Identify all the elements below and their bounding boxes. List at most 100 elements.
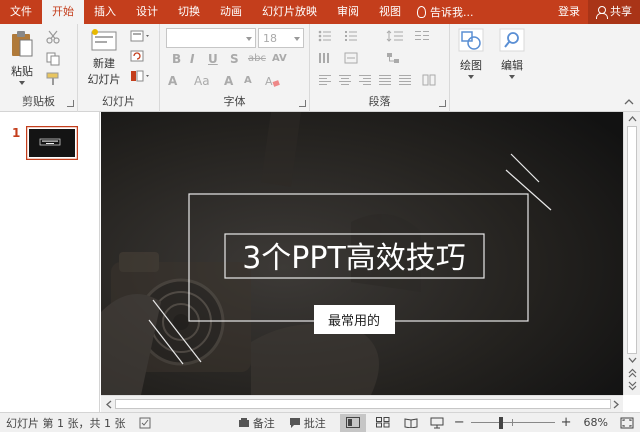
column-layout-icon[interactable] (422, 74, 436, 86)
tab-home[interactable]: 开始 (42, 0, 84, 24)
slide-editing-area[interactable]: 3个PPT高效技巧 最常用的 (101, 112, 623, 395)
columns-icon[interactable] (414, 30, 434, 42)
tab-review[interactable]: 审阅 (327, 0, 369, 24)
clipboard-launcher-icon[interactable] (67, 100, 74, 107)
font-launcher-icon[interactable] (299, 100, 306, 107)
font-name-combo[interactable] (166, 28, 256, 48)
zoom-in-icon[interactable]: + (561, 415, 572, 430)
new-slide-button[interactable]: 新建 幻灯片 (82, 28, 126, 87)
text-direction-icon[interactable] (318, 52, 338, 64)
tab-transitions[interactable]: 切换 (168, 0, 210, 24)
share-button[interactable]: 共享 (588, 0, 640, 24)
zoom-level[interactable]: 68% (584, 416, 608, 429)
drawing-button[interactable]: 绘图 (454, 28, 488, 79)
spell-check-icon[interactable] (139, 417, 153, 429)
bullets-icon[interactable] (318, 30, 338, 42)
tab-insert[interactable]: 插入 (84, 0, 126, 24)
slideshow-icon[interactable] (430, 417, 444, 429)
scroll-thumb[interactable] (627, 126, 637, 354)
font-group-label: 字体 (223, 95, 246, 108)
decrease-font-icon[interactable]: A (244, 75, 252, 86)
notes-icon[interactable] (238, 417, 250, 429)
paste-label: 粘贴 (11, 65, 33, 78)
reading-view-icon[interactable] (404, 417, 418, 428)
copy-icon[interactable] (46, 52, 60, 66)
smartart-icon[interactable] (386, 52, 406, 64)
tab-view[interactable]: 视图 (369, 0, 411, 24)
tab-file[interactable]: 文件 (0, 0, 42, 24)
chevron-down-icon (294, 37, 300, 41)
collapse-ribbon-icon[interactable] (624, 98, 634, 106)
italic-icon[interactable]: I (190, 52, 194, 66)
person-icon (596, 6, 608, 19)
increase-font-icon[interactable]: A (224, 74, 233, 88)
reset-icon[interactable] (130, 50, 152, 62)
tab-design[interactable]: 设计 (126, 0, 168, 24)
clipboard-group-label: 剪贴板 (22, 95, 55, 108)
group-clipboard: 粘贴 剪贴板 (0, 24, 78, 112)
normal-view-icon (345, 417, 360, 428)
comments-button[interactable]: 批注 (304, 415, 326, 431)
font-color-icon[interactable]: A (168, 74, 177, 88)
tab-slideshow[interactable]: 幻灯片放映 (252, 0, 327, 24)
fit-slide-icon[interactable] (620, 417, 634, 429)
section-icon[interactable] (130, 70, 152, 82)
cut-icon[interactable] (46, 30, 60, 44)
login-button[interactable]: 登录 (550, 0, 588, 24)
underline-icon[interactable]: U (208, 52, 218, 66)
paste-button[interactable]: 粘贴 (6, 30, 38, 85)
next-slide-icon[interactable] (628, 381, 637, 391)
font-size-value: 18 (263, 32, 277, 45)
scroll-right-icon[interactable] (612, 400, 620, 409)
strikethrough-icon[interactable]: abc (248, 53, 266, 64)
slide-number: 1 (12, 126, 21, 140)
distributed-icon[interactable] (398, 74, 412, 86)
zoom-slider[interactable] (470, 416, 555, 429)
slide-sorter-icon[interactable] (375, 417, 390, 428)
status-bar: 幻灯片 第 1 张，共 1 张 备注 批注 − + 68% (0, 412, 640, 432)
zoom-slider-thumb[interactable] (498, 416, 503, 429)
notes-button[interactable]: 备注 (253, 415, 275, 431)
new-slide-label-2: 幻灯片 (87, 73, 121, 86)
layout-icon[interactable] (130, 30, 152, 42)
slide-canvas[interactable]: 3个PPT高效技巧 最常用的 (101, 112, 623, 395)
normal-view-button[interactable] (339, 413, 366, 432)
justify-icon[interactable] (378, 74, 392, 86)
tab-animations[interactable]: 动画 (210, 0, 252, 24)
scroll-left-icon[interactable] (105, 400, 113, 409)
group-editing: 编辑 (492, 24, 532, 112)
zoom-out-icon[interactable]: − (454, 415, 465, 430)
shadow-icon[interactable]: S (230, 52, 239, 66)
align-left-icon[interactable] (318, 74, 332, 86)
vertical-scrollbar[interactable] (623, 112, 640, 395)
clipboard-icon (12, 31, 33, 57)
paragraph-launcher-icon[interactable] (439, 100, 446, 107)
numbering-icon[interactable] (344, 30, 364, 42)
group-paragraph: 段落 (310, 24, 450, 112)
change-case-icon[interactable]: Aa (194, 74, 210, 88)
editing-button[interactable]: 编辑 (494, 28, 530, 79)
scroll-thumb[interactable] (115, 399, 611, 409)
slides-group-label: 幻灯片 (102, 95, 135, 108)
comments-icon[interactable] (289, 417, 301, 429)
slide-thumbnail[interactable] (26, 126, 78, 160)
align-right-icon[interactable] (358, 74, 372, 86)
lightbulb-icon (417, 6, 426, 18)
scroll-down-icon[interactable] (628, 356, 637, 364)
slide-title[interactable]: 3个PPT高效技巧 (242, 241, 466, 276)
font-size-combo[interactable]: 18 (258, 28, 304, 48)
line-spacing-icon[interactable] (386, 30, 406, 42)
tell-me-box[interactable]: 告诉我... (411, 0, 480, 24)
svg-text:A: A (265, 75, 273, 88)
previous-slide-icon[interactable] (628, 368, 637, 378)
slide-subtitle[interactable]: 最常用的 (328, 313, 380, 329)
clear-formatting-icon[interactable]: A (264, 74, 280, 88)
align-text-icon[interactable] (344, 52, 364, 64)
scroll-up-icon[interactable] (628, 115, 637, 123)
horizontal-scrollbar[interactable] (101, 395, 623, 412)
character-spacing-icon[interactable]: AV (272, 53, 287, 64)
format-painter-icon[interactable] (46, 72, 60, 86)
bold-icon[interactable]: B (172, 52, 181, 66)
chevron-down-icon (19, 81, 25, 85)
align-center-icon[interactable] (338, 74, 352, 86)
